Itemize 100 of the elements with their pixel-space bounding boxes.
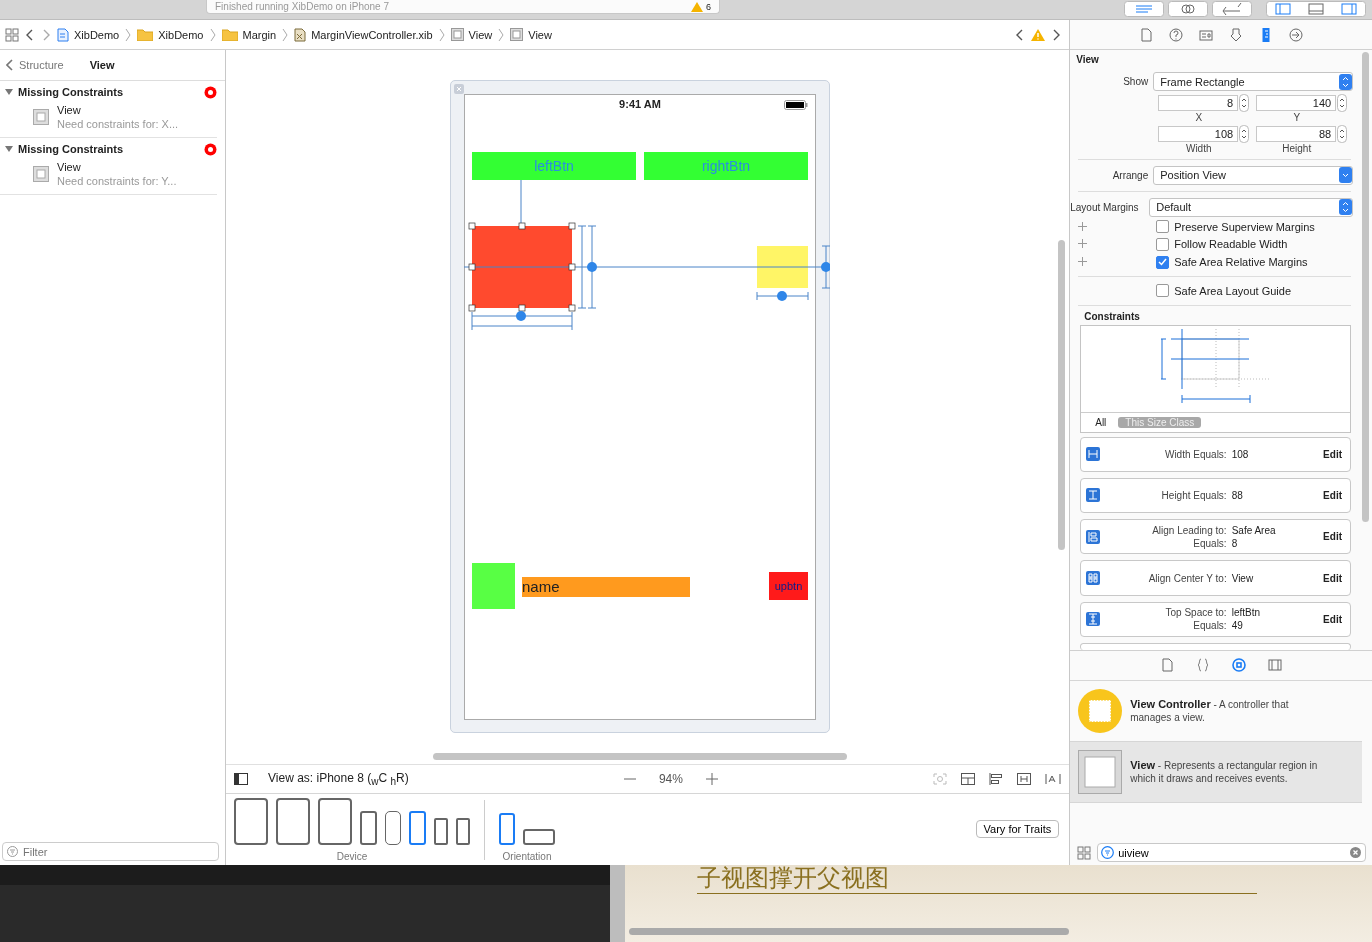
breadcrumb-item[interactable]: MarginViewController.xib [294,27,433,42]
assistant-editor-icon[interactable] [1168,1,1208,17]
library-tab[interactable] [1268,658,1283,672]
edit-link[interactable]: Edit [1323,531,1342,543]
library-tab[interactable] [1232,658,1247,672]
device-button[interactable] [234,798,268,845]
breadcrumb-item[interactable]: XibDemo [137,28,204,41]
edit-link[interactable]: Edit [1323,448,1342,460]
device-button[interactable] [318,798,352,845]
grid-icon[interactable] [5,27,19,42]
arrange-popup[interactable]: Position View [1153,166,1353,185]
library-search-field[interactable]: uiview [1097,843,1366,862]
disclosure-triangle-icon[interactable] [4,87,14,97]
status-time: 9:41 AM [618,98,662,110]
issue-item[interactable]: View Need constraints for: X... [0,103,217,131]
view-as-label[interactable]: View as: iPhone 8 ($_{w}$C $_{h}$R) [268,770,409,788]
number-field[interactable]: 88 [1256,126,1337,142]
vertical-scrollbar[interactable] [1058,240,1066,550]
filter-field[interactable]: Filter [2,842,219,861]
constraint-card[interactable]: Align Center Y to: View Edit [1080,560,1351,596]
device-button[interactable] [276,798,310,845]
checkbox[interactable]: Follow Readable Width [1156,237,1288,251]
breadcrumb-item[interactable]: XibDemo [57,27,120,42]
embed-icon[interactable] [961,773,976,785]
inspector-tab[interactable] [1199,27,1214,42]
plus-icon[interactable] [1078,239,1088,249]
warning-icon[interactable] [1031,28,1046,41]
activity-text: Finished running XibDemo on iPhone 7 [215,1,390,12]
structure-back-link[interactable]: Structure [6,59,64,71]
subview[interactable] [757,246,808,288]
forward-icon[interactable] [41,27,51,42]
error-icon [204,142,217,156]
inspector-tab[interactable] [1229,27,1244,42]
breadcrumb-item[interactable]: Margin [221,28,277,41]
issue-group-title[interactable]: Missing Constraints [18,143,200,155]
panel-toggle-icon[interactable] [1266,1,1366,17]
horizontal-scrollbar[interactable] [629,928,1069,935]
constraint-card[interactable]: Top Space to: leftBtn Equals: 49 Edit [1080,601,1351,638]
issue-group-title[interactable]: Missing Constraints [18,86,200,98]
checkbox[interactable]: Preserve Superview Margins [1156,220,1315,234]
stepper-icon[interactable] [1239,94,1250,112]
orientation-button[interactable] [499,813,515,845]
clear-icon[interactable] [1350,847,1361,858]
vary-for-traits-button[interactable]: Vary for Traits [975,819,1060,838]
arrange-label: Arrange [1111,170,1149,181]
inspector-tab[interactable] [1289,27,1304,42]
stepper-icon[interactable] [1239,125,1250,143]
scope-tab[interactable]: All [1095,416,1107,428]
inspector-tab[interactable] [1169,27,1184,42]
zoom-in-icon[interactable] [704,772,719,786]
constraint-card[interactable]: Align Leading to: Safe Area Equals: 8 Edit [1080,519,1351,555]
name-label[interactable]: name [522,577,690,597]
disclosure-triangle-icon[interactable] [4,144,14,154]
constraint-card[interactable]: Height Equals: 88 Edit [1080,477,1351,514]
view-icon [450,28,464,41]
constraint-card[interactable]: Width Equals: 108 Edit [1080,436,1351,472]
resolve-issues-icon[interactable] [1045,773,1062,785]
orientation-button[interactable] [523,829,555,845]
show-popup[interactable]: Frame Rectangle [1153,72,1353,91]
library-item[interactable]: View - Represents a rectangular region in which it draws and receives events. [1070,742,1362,803]
horizontal-scrollbar[interactable] [433,753,847,760]
device-button[interactable] [360,811,377,845]
next-issue-icon[interactable] [1051,27,1062,42]
grid-icon[interactable] [1077,845,1092,860]
field-label: Width [1185,143,1212,154]
warning-count[interactable]: 6 [691,1,711,12]
layout-margins-popup[interactable]: Default [1149,197,1353,217]
project-file-icon [57,27,69,42]
outline-toggle-icon[interactable] [234,773,248,785]
library-tab[interactable] [1160,658,1175,672]
edit-link[interactable]: Edit [1323,490,1342,501]
number-field[interactable]: 140 [1256,95,1337,111]
breadcrumb-item[interactable]: View [510,28,552,41]
stepper-icon[interactable] [1337,125,1348,143]
device-button[interactable] [385,811,401,845]
breadcrumb-item[interactable]: View [450,28,493,41]
device-button[interactable] [456,818,470,845]
number-field[interactable]: 108 [1158,126,1239,142]
folder-icon [221,28,238,41]
device-button[interactable] [434,818,448,845]
align-icon[interactable] [989,773,1004,785]
back-icon[interactable] [25,27,35,42]
inspector-scrollbar[interactable] [1362,52,1369,522]
vertical-scrollbar[interactable] [610,865,625,942]
number-field[interactable]: 8 [1158,95,1239,111]
issue-item[interactable]: View Need constraints for: Y... [0,160,217,188]
checkbox[interactable]: Safe Area Relative Margins [1156,255,1308,269]
device-button[interactable] [409,811,426,845]
constraints-title: Constraints [1084,310,1141,322]
warning-icon [691,1,703,12]
library-tab[interactable] [1196,658,1211,672]
plus-icon[interactable] [1078,257,1088,267]
error-icon [204,85,217,99]
edit-link[interactable]: Edit [1323,613,1342,625]
pin-icon[interactable] [1017,773,1032,785]
inspector-tab[interactable] [1139,27,1154,42]
stepper-icon[interactable] [1337,94,1348,112]
plus-icon[interactable] [1078,221,1088,231]
edit-link[interactable]: Edit [1323,572,1342,584]
checkbox[interactable]: Safe Area Layout Guide [1156,284,1292,298]
